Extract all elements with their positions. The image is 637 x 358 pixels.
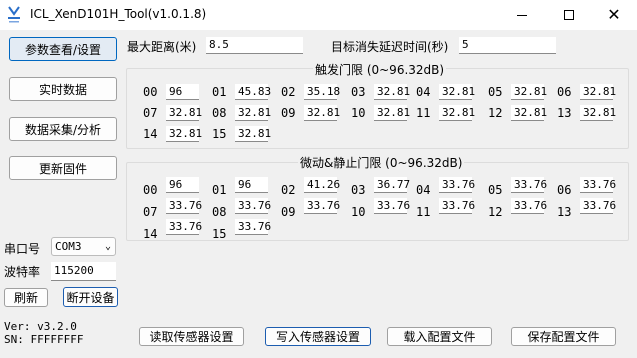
trigger-gate-label: 02 bbox=[281, 85, 296, 99]
motion-gate-input[interactable]: 33.76 bbox=[511, 198, 547, 214]
refresh-button[interactable]: 刷新 bbox=[4, 288, 48, 307]
motion-threshold-title: 微动&静止门限 (0~96.32dB) bbox=[298, 154, 465, 171]
minimize-button[interactable] bbox=[499, 0, 545, 30]
trigger-gate-label: 08 bbox=[212, 106, 227, 120]
close-icon: ✕ bbox=[607, 5, 621, 24]
trigger-gate-label: 15 bbox=[212, 127, 227, 141]
trigger-gate-input[interactable]: 32.81 bbox=[166, 105, 202, 121]
save-config-button[interactable]: 保存配置文件 bbox=[511, 327, 616, 346]
trigger-gate-input[interactable]: 32.81 bbox=[304, 105, 340, 121]
motion-gate-input[interactable]: 33.76 bbox=[580, 198, 616, 214]
trigger-gate-input[interactable]: 32.81 bbox=[235, 105, 271, 121]
read-settings-button[interactable]: 读取传感器设置 bbox=[139, 327, 244, 346]
trigger-gate-input[interactable]: 32.81 bbox=[439, 84, 475, 100]
chevron-down-icon: ⌄ bbox=[104, 241, 111, 252]
trigger-gate-input[interactable]: 45.83 bbox=[235, 84, 271, 100]
trigger-gate-label: 05 bbox=[488, 85, 503, 99]
motion-gate-input[interactable]: 36.77 bbox=[374, 177, 410, 193]
motion-gate-label: 09 bbox=[281, 205, 296, 219]
motion-gate-input[interactable]: 33.76 bbox=[511, 177, 547, 193]
motion-gate-label: 15 bbox=[212, 227, 227, 241]
trigger-gate-input[interactable]: 35.18 bbox=[304, 84, 340, 100]
delay-label: 目标消失延迟时间(秒) bbox=[331, 40, 449, 54]
motion-gate-label: 04 bbox=[416, 183, 431, 197]
baud-input[interactable]: 115200 bbox=[51, 262, 116, 281]
nav-params-button[interactable]: 参数查看/设置 bbox=[9, 37, 117, 61]
trigger-gate-input[interactable]: 32.81 bbox=[235, 126, 271, 142]
motion-gate-input[interactable]: 33.76 bbox=[235, 198, 271, 214]
trigger-gate-label: 03 bbox=[351, 85, 366, 99]
trigger-gate-input[interactable]: 32.81 bbox=[374, 84, 410, 100]
write-settings-button[interactable]: 写入传感器设置 bbox=[265, 327, 371, 346]
delay-input[interactable]: 5 bbox=[459, 37, 556, 54]
max-distance-label: 最大距离(米) bbox=[127, 40, 197, 54]
nav-firmware-button[interactable]: 更新固件 bbox=[9, 156, 117, 180]
window-title: ICL_XenD101H_Tool(v1.0.1.8) bbox=[30, 7, 207, 21]
motion-gate-input[interactable]: 33.76 bbox=[166, 198, 202, 214]
port-label: 串口号 bbox=[4, 242, 41, 256]
motion-gate-input[interactable]: 96 bbox=[235, 177, 268, 193]
trigger-gate-input[interactable]: 32.81 bbox=[580, 105, 616, 121]
maximize-icon bbox=[564, 10, 574, 20]
trigger-gate-label: 12 bbox=[488, 106, 503, 120]
trigger-gate-input[interactable]: 96 bbox=[166, 84, 199, 100]
motion-gate-label: 10 bbox=[351, 205, 366, 219]
baud-label: 波特率 bbox=[4, 265, 41, 279]
nav-realtime-button[interactable]: 实时数据 bbox=[9, 77, 117, 101]
trigger-gate-label: 06 bbox=[557, 85, 572, 99]
motion-gate-label: 11 bbox=[416, 205, 431, 219]
trigger-gate-label: 01 bbox=[212, 85, 227, 99]
motion-gate-label: 00 bbox=[143, 183, 158, 197]
trigger-gate-label: 07 bbox=[143, 106, 158, 120]
load-config-button[interactable]: 载入配置文件 bbox=[387, 327, 492, 346]
motion-gate-label: 01 bbox=[212, 183, 227, 197]
trigger-gate-input[interactable]: 32.81 bbox=[374, 105, 410, 121]
minimize-icon bbox=[517, 14, 527, 16]
motion-gate-input[interactable]: 33.76 bbox=[439, 177, 475, 193]
port-value: COM3 bbox=[55, 240, 82, 253]
version-text: Ver: v3.2.0 bbox=[4, 320, 77, 333]
motion-gate-input[interactable]: 33.76 bbox=[439, 198, 475, 214]
trigger-gate-input[interactable]: 32.81 bbox=[439, 105, 475, 121]
motion-gate-label: 07 bbox=[143, 205, 158, 219]
disconnect-button[interactable]: 断开设备 bbox=[63, 287, 118, 307]
app-logo-icon bbox=[8, 6, 20, 23]
title-bar: ICL_XenD101H_Tool(v1.0.1.8) ✕ bbox=[0, 0, 637, 30]
motion-gate-input[interactable]: 33.76 bbox=[374, 198, 410, 214]
trigger-gate-label: 04 bbox=[416, 85, 431, 99]
trigger-gate-input[interactable]: 32.81 bbox=[580, 84, 616, 100]
max-distance-input[interactable]: 8.5 bbox=[206, 37, 303, 54]
motion-gate-input[interactable]: 96 bbox=[166, 177, 199, 193]
nav-collect-button[interactable]: 数据采集/分析 bbox=[9, 117, 117, 141]
motion-gate-label: 13 bbox=[557, 205, 572, 219]
maximize-button[interactable] bbox=[546, 0, 592, 30]
close-button[interactable]: ✕ bbox=[591, 0, 637, 30]
trigger-gate-label: 13 bbox=[557, 106, 572, 120]
trigger-gate-input[interactable]: 32.81 bbox=[511, 84, 547, 100]
trigger-gate-label: 14 bbox=[143, 127, 158, 141]
motion-gate-label: 05 bbox=[488, 183, 503, 197]
trigger-gate-label: 11 bbox=[416, 106, 431, 120]
trigger-gate-input[interactable]: 32.81 bbox=[166, 126, 202, 142]
motion-gate-input[interactable]: 41.26 bbox=[304, 177, 340, 193]
motion-gate-input[interactable]: 33.76 bbox=[166, 219, 202, 235]
motion-gate-input[interactable]: 33.76 bbox=[235, 219, 271, 235]
motion-gate-label: 14 bbox=[143, 227, 158, 241]
motion-gate-label: 12 bbox=[488, 205, 503, 219]
trigger-gate-label: 10 bbox=[351, 106, 366, 120]
trigger-gate-input[interactable]: 32.81 bbox=[511, 105, 547, 121]
motion-gate-input[interactable]: 33.76 bbox=[304, 198, 340, 214]
trigger-gate-label: 00 bbox=[143, 85, 158, 99]
motion-gate-label: 06 bbox=[557, 183, 572, 197]
motion-gate-input[interactable]: 33.76 bbox=[580, 177, 616, 193]
trigger-gate-label: 09 bbox=[281, 106, 296, 120]
motion-gate-label: 03 bbox=[351, 183, 366, 197]
motion-gate-label: 02 bbox=[281, 183, 296, 197]
motion-gate-label: 08 bbox=[212, 205, 227, 219]
port-select[interactable]: COM3 ⌄ bbox=[51, 237, 116, 256]
trigger-threshold-title: 触发门限 (0~96.32dB) bbox=[313, 61, 447, 78]
serial-number-text: SN: FFFFFFFF bbox=[4, 333, 84, 346]
